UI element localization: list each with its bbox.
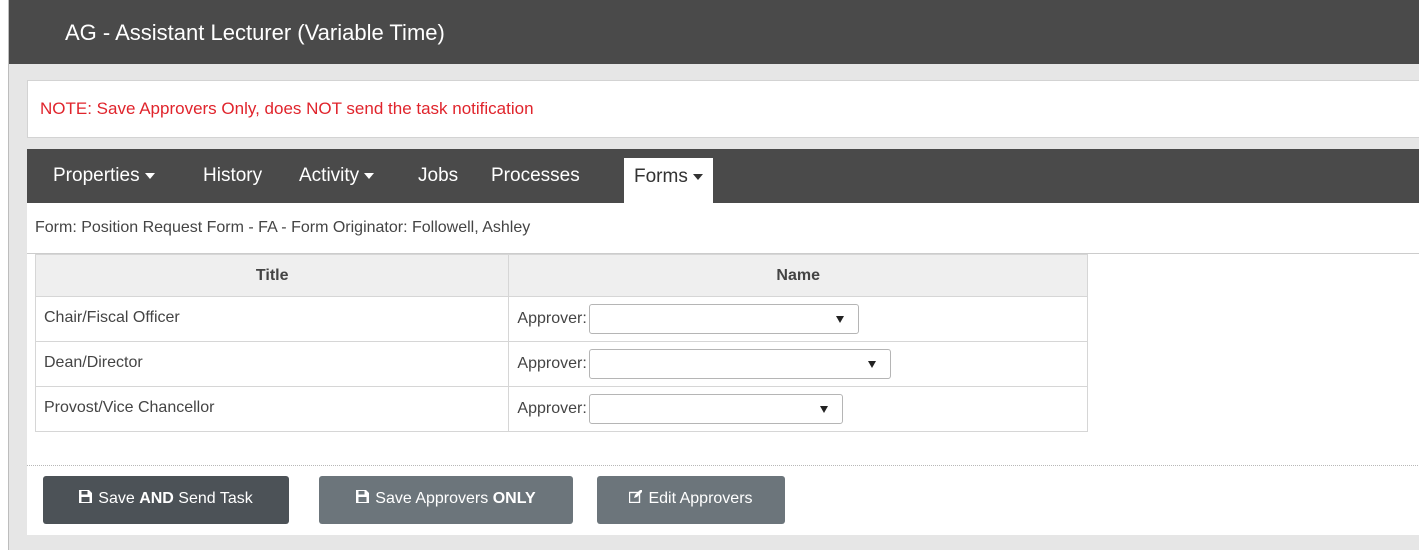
button-label-bold: ONLY	[492, 490, 536, 507]
dropdown-arrow-icon	[867, 361, 876, 368]
column-header-title: Title	[34, 254, 510, 297]
approver-label: Approver:	[517, 355, 587, 372]
button-label-prefix: Save	[98, 490, 140, 507]
tab-bar: Properties History Activity Jobs Process…	[27, 149, 1419, 203]
save-approvers-only-button[interactable]: Save Approvers ONLY	[319, 476, 573, 524]
tab-jobs[interactable]: Jobs	[418, 165, 458, 187]
divider	[27, 465, 1419, 466]
caret-down-icon	[364, 172, 375, 179]
table-header-row: Title Name	[34, 254, 1088, 297]
caret-down-icon	[144, 172, 155, 179]
page-title-bar: AG - Assistant Lecturer (Variable Time)	[9, 0, 1419, 64]
note-banner: NOTE: Save Approvers Only, does NOT send…	[27, 80, 1419, 138]
button-label-prefix: Save Approvers	[375, 490, 493, 507]
approver-label: Approver:	[517, 400, 587, 417]
tab-properties[interactable]: Properties	[53, 165, 155, 187]
tab-history[interactable]: History	[203, 165, 262, 187]
button-label-bold: AND	[139, 490, 174, 507]
approver-cell: Approver:	[508, 386, 1088, 432]
button-label: Edit Approvers	[648, 490, 753, 507]
forms-panel: Properties History Activity Jobs Process…	[27, 149, 1419, 535]
dropdown-arrow-icon	[835, 316, 844, 323]
edit-icon	[629, 489, 644, 506]
approver-select[interactable]	[588, 349, 891, 379]
approvers-table: Title Name Chair/Fiscal Officer Approver…	[34, 254, 1088, 432]
form-caption: Form: Position Request Form - FA - Form …	[35, 219, 531, 236]
button-label-suffix: Send Task	[173, 490, 253, 507]
dropdown-arrow-icon	[819, 406, 828, 413]
tab-processes[interactable]: Processes	[491, 165, 580, 187]
approver-select[interactable]	[588, 304, 859, 334]
tab-label: Forms	[634, 166, 688, 187]
floppy-disk-icon	[79, 490, 93, 506]
save-and-send-task-button[interactable]: Save AND Send Task	[43, 476, 289, 524]
tab-label: Properties	[53, 165, 140, 186]
tab-label: Jobs	[418, 165, 459, 186]
floppy-disk-icon	[356, 490, 370, 506]
tab-activity[interactable]: Activity	[299, 165, 375, 187]
note-text: NOTE: Save Approvers Only, does NOT send…	[40, 99, 534, 118]
tab-label: Activity	[299, 165, 360, 186]
column-header-name: Name	[508, 254, 1088, 297]
table-row: Chair/Fiscal Officer Approver:	[34, 296, 1088, 342]
page-title: AG - Assistant Lecturer (Variable Time)	[65, 20, 445, 45]
tab-forms[interactable]: Forms	[624, 158, 713, 203]
table-row: Provost/Vice Chancellor Approver:	[34, 386, 1088, 432]
edit-approvers-button[interactable]: Edit Approvers	[597, 476, 785, 524]
approver-label: Approver:	[517, 310, 587, 327]
table-row: Dean/Director Approver:	[34, 341, 1088, 387]
approver-title: Provost/Vice Chancellor	[34, 386, 510, 432]
tab-label: History	[203, 165, 263, 186]
approver-title: Dean/Director	[34, 341, 510, 387]
tab-label: Processes	[491, 165, 580, 186]
approver-title: Chair/Fiscal Officer	[34, 296, 510, 342]
caret-down-icon	[692, 173, 703, 180]
approver-select[interactable]	[588, 394, 843, 424]
approver-cell: Approver:	[508, 296, 1088, 342]
approver-cell: Approver:	[508, 341, 1088, 387]
page-frame: AG - Assistant Lecturer (Variable Time) …	[8, 0, 1419, 550]
